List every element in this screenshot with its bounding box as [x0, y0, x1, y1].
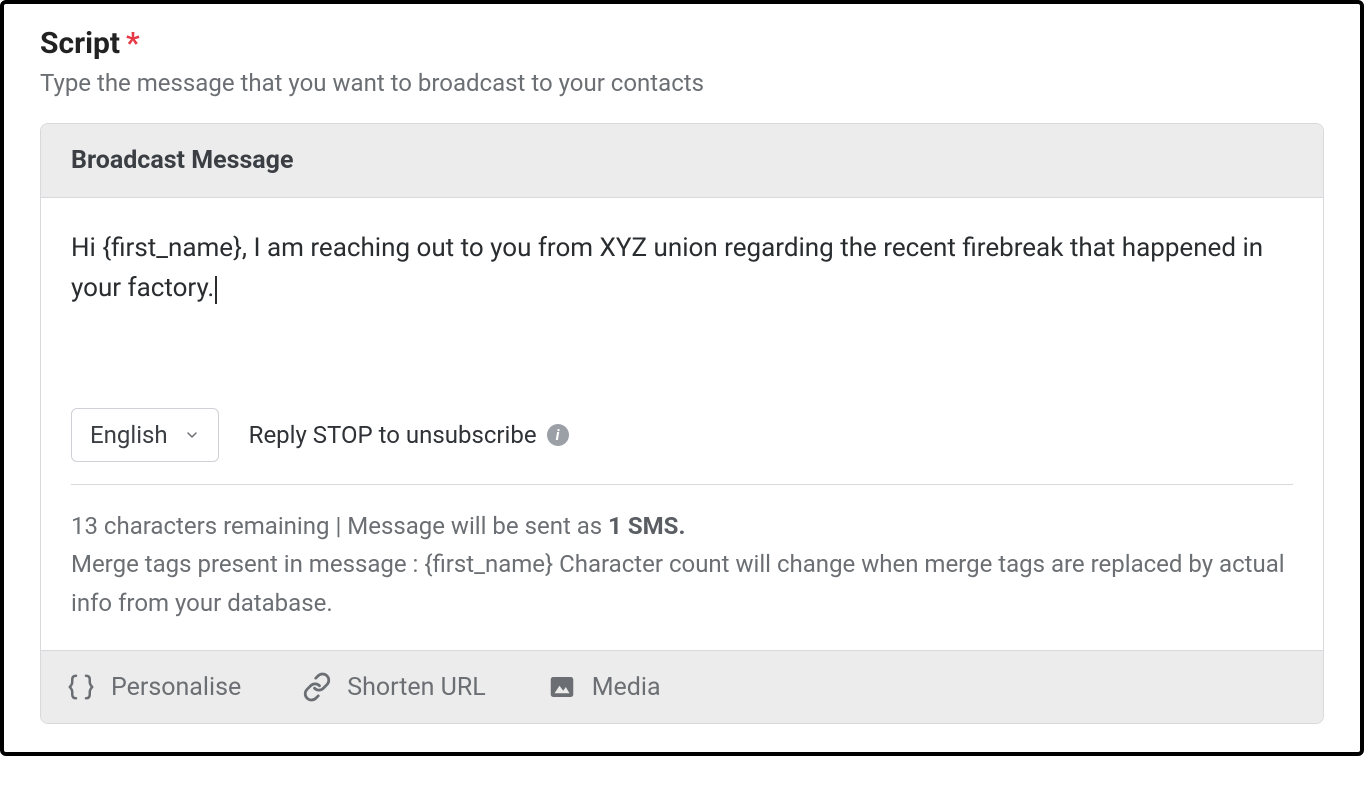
language-selected-label: English: [90, 421, 168, 449]
sms-count: 1 SMS.: [608, 512, 685, 540]
media-label: Media: [592, 673, 661, 702]
link-icon: [301, 671, 333, 703]
merge-tags-line: Merge tags present in message : {first_n…: [71, 545, 1293, 622]
chars-remaining-line: 13 characters remaining | Message will b…: [71, 507, 1293, 545]
shorten-url-button[interactable]: Shorten URL: [301, 671, 485, 703]
language-select[interactable]: English: [71, 408, 219, 462]
info-icon[interactable]: i: [547, 424, 569, 446]
message-textarea[interactable]: Hi {first_name}, I am reaching out to yo…: [41, 198, 1323, 398]
header: Script * Type the message that you want …: [40, 26, 1324, 97]
message-text: Hi {first_name}, I am reaching out to yo…: [71, 233, 1263, 303]
card-footer: Personalise Shorten URL: [41, 650, 1323, 723]
text-cursor: [215, 276, 217, 304]
section-subtitle: Type the message that you want to broadc…: [40, 69, 1324, 97]
personalise-button[interactable]: Personalise: [65, 671, 241, 703]
card-title: Broadcast Message: [41, 124, 1323, 198]
shorten-url-label: Shorten URL: [347, 673, 485, 702]
required-asterisk: *: [126, 26, 140, 61]
broadcast-card: Broadcast Message Hi {first_name}, I am …: [40, 123, 1324, 724]
chevron-down-icon: [184, 427, 200, 443]
unsubscribe-hint: Reply STOP to unsubscribe i: [249, 421, 569, 449]
media-button[interactable]: Media: [546, 671, 661, 703]
image-icon: [546, 671, 578, 703]
script-panel: Script * Type the message that you want …: [0, 0, 1364, 756]
unsubscribe-text: Reply STOP to unsubscribe: [249, 421, 537, 449]
status-block: 13 characters remaining | Message will b…: [41, 485, 1323, 650]
section-title: Script: [40, 26, 120, 61]
personalise-label: Personalise: [111, 673, 241, 702]
chars-remaining-text: 13 characters remaining | Message will b…: [71, 512, 608, 540]
braces-icon: [65, 671, 97, 703]
controls-row: English Reply STOP to unsubscribe i: [41, 398, 1323, 484]
